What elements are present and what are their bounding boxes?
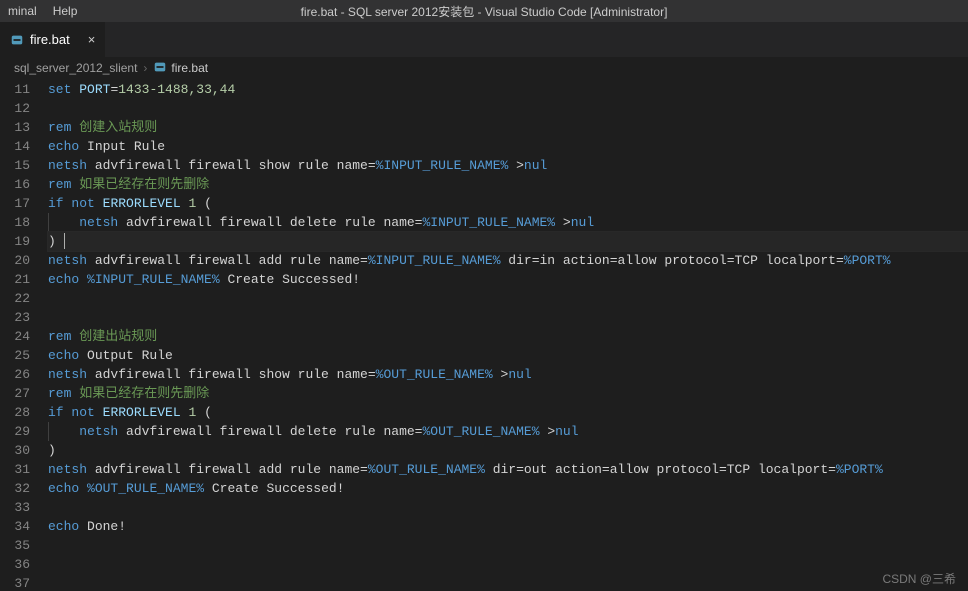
line-number: 13 — [0, 118, 30, 137]
code-line[interactable]: echo %INPUT_RULE_NAME% Create Successed! — [48, 270, 968, 289]
code-line[interactable]: if not ERRORLEVEL 1 ( — [48, 194, 968, 213]
line-number: 33 — [0, 498, 30, 517]
code-line[interactable]: ) — [48, 441, 968, 460]
line-number: 14 — [0, 137, 30, 156]
line-number: 19 — [0, 232, 30, 251]
code-line[interactable]: rem 创建出站规则 — [48, 327, 968, 346]
line-number: 12 — [0, 99, 30, 118]
line-number: 26 — [0, 365, 30, 384]
line-number: 16 — [0, 175, 30, 194]
line-number: 28 — [0, 403, 30, 422]
line-number: 15 — [0, 156, 30, 175]
code-line[interactable]: netsh advfirewall firewall show rule nam… — [48, 365, 968, 384]
line-number-gutter: 1112131415161718192021222324252627282930… — [0, 79, 48, 591]
code-line[interactable] — [48, 574, 968, 591]
code-line[interactable]: set PORT=1433-1488,33,44 — [48, 80, 968, 99]
line-number: 32 — [0, 479, 30, 498]
watermark: CSDN @三希 — [882, 570, 956, 587]
line-number: 17 — [0, 194, 30, 213]
code-line[interactable] — [48, 536, 968, 555]
line-number: 20 — [0, 251, 30, 270]
line-number: 29 — [0, 422, 30, 441]
code-line[interactable]: netsh advfirewall firewall add rule name… — [48, 460, 968, 479]
menu-terminal[interactable]: minal — [0, 4, 45, 18]
code-line[interactable] — [48, 289, 968, 308]
code-line[interactable]: netsh advfirewall firewall show rule nam… — [48, 156, 968, 175]
file-bat-icon — [153, 60, 167, 77]
line-number: 24 — [0, 327, 30, 346]
menubar: minal Help fire.bat - SQL server 2012安装包… — [0, 0, 968, 22]
code-line[interactable]: netsh advfirewall firewall delete rule n… — [48, 422, 968, 441]
tab-bar: fire.bat × — [0, 22, 968, 57]
menu-help[interactable]: Help — [45, 4, 86, 18]
code-line[interactable] — [48, 555, 968, 574]
line-number: 34 — [0, 517, 30, 536]
code-line[interactable]: echo Input Rule — [48, 137, 968, 156]
code-line[interactable]: echo Output Rule — [48, 346, 968, 365]
line-number: 18 — [0, 213, 30, 232]
line-number: 37 — [0, 574, 30, 591]
line-number: 25 — [0, 346, 30, 365]
code-line[interactable]: echo Done! — [48, 517, 968, 536]
editor-tab-fire-bat[interactable]: fire.bat × — [0, 22, 105, 57]
file-bat-icon — [10, 33, 24, 47]
code-line[interactable]: rem 如果已经存在则先删除 — [48, 384, 968, 403]
code-line[interactable]: netsh advfirewall firewall add rule name… — [48, 251, 968, 270]
text-cursor — [64, 233, 65, 249]
chevron-right-icon: › — [143, 61, 147, 75]
line-number: 21 — [0, 270, 30, 289]
code-line[interactable] — [48, 308, 968, 327]
code-line[interactable]: if not ERRORLEVEL 1 ( — [48, 403, 968, 422]
line-number: 35 — [0, 536, 30, 555]
breadcrumb-file[interactable]: fire.bat — [153, 60, 208, 77]
line-number: 22 — [0, 289, 30, 308]
line-number: 31 — [0, 460, 30, 479]
code-line[interactable]: ) — [48, 232, 968, 251]
window-title: fire.bat - SQL server 2012安装包 - Visual S… — [301, 3, 668, 20]
breadcrumb-folder[interactable]: sql_server_2012_slient — [14, 61, 137, 75]
code-line[interactable]: echo %OUT_RULE_NAME% Create Successed! — [48, 479, 968, 498]
code-line[interactable]: rem 创建入站规则 — [48, 118, 968, 137]
editor[interactable]: 1112131415161718192021222324252627282930… — [0, 79, 968, 591]
line-number: 11 — [0, 80, 30, 99]
code-line[interactable]: netsh advfirewall firewall delete rule n… — [48, 213, 968, 232]
line-number: 36 — [0, 555, 30, 574]
breadcrumb[interactable]: sql_server_2012_slient › fire.bat — [0, 57, 968, 79]
tab-label: fire.bat — [30, 32, 70, 47]
code-area[interactable]: set PORT=1433-1488,33,44 rem 创建入站规则echo I… — [48, 79, 968, 591]
line-number: 27 — [0, 384, 30, 403]
code-line[interactable]: rem 如果已经存在则先删除 — [48, 175, 968, 194]
line-number: 30 — [0, 441, 30, 460]
breadcrumb-file-label: fire.bat — [171, 61, 208, 75]
code-line[interactable] — [48, 498, 968, 517]
line-number: 23 — [0, 308, 30, 327]
close-icon[interactable]: × — [88, 32, 96, 47]
code-line[interactable] — [48, 99, 968, 118]
